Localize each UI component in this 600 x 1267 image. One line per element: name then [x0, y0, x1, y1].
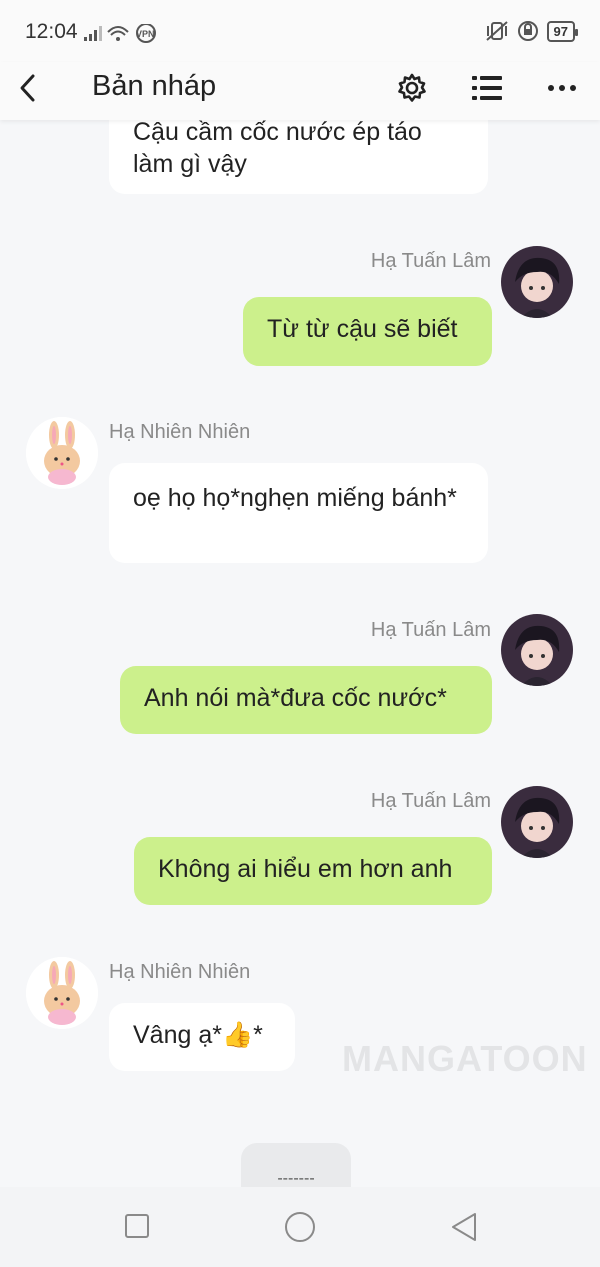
- settings-button[interactable]: [392, 68, 432, 108]
- sender-name: Hạ Tuấn Lâm: [370, 250, 491, 272]
- sender-name: Hạ Nhiên Nhiên: [109, 421, 251, 443]
- vpn-label: VPN: [136, 29, 155, 39]
- message-bubble-outgoing[interactable]: Không ai hiểu em hơn anh: [134, 837, 492, 905]
- boy-portrait-avatar-icon: [501, 614, 573, 686]
- message-bubble-outgoing[interactable]: Từ từ cậu sẽ biết: [243, 297, 492, 366]
- sender-name: Hạ Tuấn Lâm: [370, 619, 491, 641]
- more-options-button[interactable]: [542, 68, 582, 108]
- triangle-back-nav-icon[interactable]: [450, 1212, 478, 1242]
- message-bubble-incoming[interactable]: Vâng ạ*👍*: [109, 1003, 295, 1071]
- message-text: Cậu cầm cốc nước ép táo làm gì vậy: [133, 118, 422, 178]
- status-bar: 12:04 VPN 97: [0, 0, 600, 62]
- avatar-ha-nhien-nhien[interactable]: [26, 417, 98, 489]
- circle-nav-icon[interactable]: [284, 1211, 316, 1243]
- avatar-ha-tuan-lam[interactable]: [501, 614, 573, 686]
- vibrate-icon: [485, 21, 508, 41]
- bunny-avatar-icon: [26, 957, 98, 1029]
- watermark: MANGATOON: [342, 1038, 588, 1079]
- back-button[interactable]: [8, 68, 48, 108]
- more-dots-icon: [548, 85, 576, 91]
- back-arrow-icon: [20, 74, 35, 102]
- boy-portrait-avatar-icon: [501, 246, 573, 318]
- message-bubble-outgoing[interactable]: Anh nói mà*đưa cốc nước*: [120, 666, 492, 734]
- rotation-lock-icon: [517, 21, 538, 41]
- page-title: Bản nháp: [92, 70, 217, 102]
- avatar-ha-nhien-nhien[interactable]: [26, 957, 98, 1029]
- list-icon: [472, 76, 502, 100]
- message-bubble-incoming[interactable]: oẹ họ họ*nghẹn miếng bánh*: [109, 463, 488, 563]
- sender-name: Hạ Tuấn Lâm: [370, 790, 491, 812]
- avatar-ha-tuan-lam[interactable]: [501, 786, 573, 858]
- boy-portrait-avatar-icon: [501, 786, 573, 858]
- avatar-ha-tuan-lam[interactable]: [501, 246, 573, 318]
- sender-name: Hạ Nhiên Nhiên: [109, 961, 251, 983]
- list-button[interactable]: [467, 68, 507, 108]
- message-text: Anh nói mà*đưa cốc nước*: [144, 684, 447, 712]
- top-app-bar: Bản nháp: [0, 62, 600, 120]
- message-text: Vâng ạ*👍*: [133, 1021, 263, 1049]
- square-nav-icon[interactable]: [124, 1213, 150, 1239]
- status-time: 12:04: [25, 20, 78, 43]
- battery-indicator: 97: [546, 20, 579, 42]
- bottom-drawer-tab[interactable]: -------: [241, 1143, 351, 1187]
- message-text: oẹ họ họ*nghẹn miếng bánh*: [133, 484, 457, 512]
- message-text: Từ từ cậu sẽ biết: [267, 315, 458, 343]
- system-navigation-bar: [0, 1187, 600, 1267]
- settings-gear-icon: [398, 73, 426, 102]
- message-text: Không ai hiểu em hơn anh: [158, 855, 453, 883]
- bunny-avatar-icon: [26, 417, 98, 489]
- drawer-tab-label: -------: [277, 1170, 315, 1187]
